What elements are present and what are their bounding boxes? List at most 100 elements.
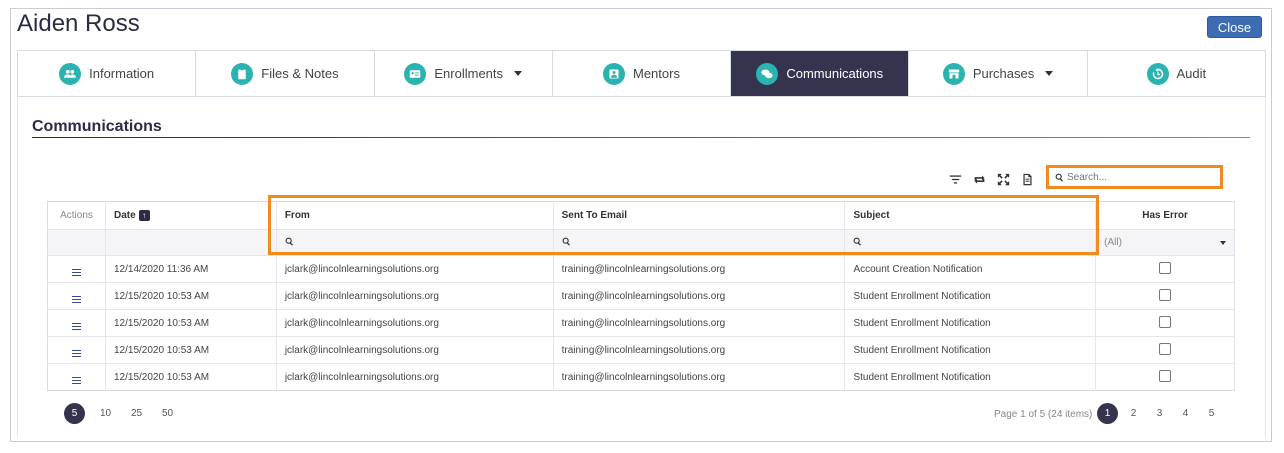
filter-cell-sent-to[interactable]: [553, 229, 846, 256]
grid-search: [1046, 165, 1223, 189]
history-icon: [1146, 62, 1169, 85]
page-size-25[interactable]: 25: [126, 403, 147, 424]
has-error-checkbox[interactable]: [1159, 288, 1172, 301]
row-actions[interactable]: [47, 363, 106, 391]
chevron-down-icon: [1220, 240, 1226, 245]
column-header-actions: Actions: [47, 201, 106, 230]
column-header-label: Date: [113, 210, 136, 221]
page-button-1[interactable]: 1: [1097, 403, 1118, 424]
filter-cell-from[interactable]: [276, 229, 554, 256]
tab-audit[interactable]: Audit: [1088, 51, 1265, 96]
page-button-4[interactable]: 4: [1175, 403, 1196, 424]
menu-icon[interactable]: [71, 377, 81, 384]
mentor-icon: [603, 62, 625, 85]
fullscreen-icon[interactable]: [996, 172, 1010, 186]
cell-sent-to: training@lincolnlearningsolutions.org: [553, 309, 846, 337]
tab-label: Audit: [1176, 66, 1207, 81]
page-size-5[interactable]: 5: [64, 403, 85, 424]
pagination: 1 2 3 4 5: [1097, 403, 1222, 424]
tab-mentors[interactable]: Mentors: [553, 51, 732, 96]
cell-has-error: [1095, 282, 1235, 310]
table-row: 12/15/2020 10:53 AM jclark@lincolnlearni…: [47, 309, 1235, 337]
menu-icon[interactable]: [71, 269, 81, 276]
search-icon: [562, 237, 571, 249]
tab-label: Information: [89, 66, 155, 81]
filter-cell-subject[interactable]: [844, 229, 1097, 256]
page-button-3[interactable]: 3: [1149, 403, 1170, 424]
cell-from: jclark@lincolnlearningsolutions.org: [276, 309, 554, 337]
column-header-sent-to[interactable]: Sent To Email: [553, 201, 846, 230]
has-error-checkbox[interactable]: [1159, 342, 1172, 355]
row-actions[interactable]: [47, 282, 106, 310]
page-button-2[interactable]: 2: [1123, 403, 1144, 424]
cell-has-error: [1095, 363, 1235, 391]
tab-label: Files & Notes: [261, 66, 339, 81]
export-icon[interactable]: [1020, 172, 1034, 186]
tab-communications[interactable]: Communications: [731, 51, 910, 96]
search-input[interactable]: [1067, 171, 1217, 183]
row-actions[interactable]: [47, 255, 106, 283]
cell-subject: Student Enrollment Notification: [844, 309, 1097, 337]
table-row: 12/15/2020 10:53 AM jclark@lincolnlearni…: [47, 363, 1235, 391]
cell-from: jclark@lincolnlearningsolutions.org: [276, 336, 554, 364]
table-row: 12/15/2020 10:53 AM jclark@lincolnlearni…: [47, 336, 1235, 364]
search-icon: [285, 237, 294, 249]
cell-sent-to: training@lincolnlearningsolutions.org: [553, 363, 846, 391]
column-header-subject[interactable]: Subject: [844, 201, 1097, 230]
column-header-date[interactable]: Date ↑: [105, 201, 277, 230]
page-size-10[interactable]: 10: [95, 403, 116, 424]
column-header-from[interactable]: From: [276, 201, 554, 230]
cell-sent-to: training@lincolnlearningsolutions.org: [553, 255, 846, 283]
row-actions[interactable]: [47, 336, 106, 364]
cell-sent-to: training@lincolnlearningsolutions.org: [553, 336, 846, 364]
tab-purchases[interactable]: Purchases: [909, 51, 1088, 96]
tab-files-notes[interactable]: Files & Notes: [196, 51, 375, 96]
menu-icon[interactable]: [71, 296, 81, 303]
cell-has-error: [1095, 336, 1235, 364]
tab-information[interactable]: Information: [18, 51, 197, 96]
has-error-select[interactable]: (All): [1104, 237, 1226, 248]
page-size-selector: 5 10 25 50: [64, 403, 178, 424]
tab-label: Purchases: [972, 66, 1035, 81]
refresh-icon[interactable]: [972, 172, 986, 186]
close-button[interactable]: Close: [1207, 16, 1262, 38]
cell-has-error: [1095, 309, 1235, 337]
filter-cell-date[interactable]: [105, 229, 277, 256]
cell-subject: Account Creation Notification: [844, 255, 1097, 283]
cell-date: 12/15/2020 10:53 AM: [105, 282, 277, 310]
row-actions[interactable]: [47, 309, 106, 337]
cell-has-error: [1095, 255, 1235, 283]
cell-date: 12/15/2020 10:53 AM: [105, 363, 277, 391]
column-header-has-error[interactable]: Has Error: [1095, 201, 1235, 230]
grid-toolbar: [948, 172, 1034, 186]
cell-date: 12/14/2020 11:36 AM: [105, 255, 277, 283]
menu-icon[interactable]: [71, 350, 81, 357]
filter-icon[interactable]: [948, 172, 962, 186]
has-error-checkbox[interactable]: [1159, 315, 1172, 328]
tab-label: Communications: [786, 66, 884, 81]
table-row: 12/14/2020 11:36 AM jclark@lincolnlearni…: [47, 255, 1235, 283]
users-icon: [59, 62, 82, 85]
page-size-50[interactable]: 50: [157, 403, 178, 424]
has-error-checkbox[interactable]: [1159, 369, 1172, 382]
id-card-icon: [404, 62, 427, 85]
tab-label: Enrollments: [434, 66, 504, 81]
cell-from: jclark@lincolnlearningsolutions.org: [276, 363, 554, 391]
filter-cell-has-error[interactable]: (All): [1095, 229, 1235, 256]
cell-from: jclark@lincolnlearningsolutions.org: [276, 282, 554, 310]
menu-icon[interactable]: [71, 323, 81, 330]
cell-date: 12/15/2020 10:53 AM: [105, 336, 277, 364]
chat-icon: [756, 62, 779, 85]
chevron-down-icon: [514, 71, 523, 76]
has-error-checkbox[interactable]: [1159, 261, 1172, 274]
filter-row: (All): [47, 229, 1235, 256]
search-icon: [853, 237, 862, 249]
cell-from: jclark@lincolnlearningsolutions.org: [276, 255, 554, 283]
cell-subject: Student Enrollment Notification: [844, 363, 1097, 391]
cell-sent-to: training@lincolnlearningsolutions.org: [553, 282, 846, 310]
tab-enrollments[interactable]: Enrollments: [375, 51, 553, 96]
cell-subject: Student Enrollment Notification: [844, 282, 1097, 310]
header-row: Actions Date ↑ From Sent To Email Subject…: [47, 201, 1235, 230]
page-button-5[interactable]: 5: [1201, 403, 1222, 424]
search-icon: [1055, 173, 1064, 182]
